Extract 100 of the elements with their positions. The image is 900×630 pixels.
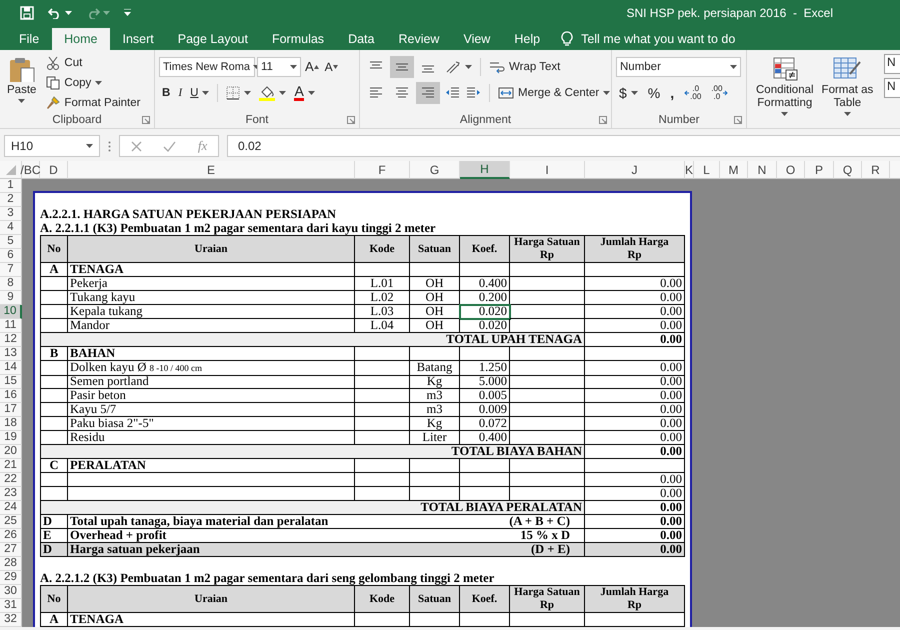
ribbon-tab[interactable]: Review bbox=[387, 28, 450, 50]
decrease-decimal-button[interactable]: .00 .0 bbox=[708, 82, 732, 104]
table-cell: L.03 bbox=[355, 305, 410, 319]
clipboard-icon bbox=[8, 56, 36, 82]
table-cell: 0.020 bbox=[460, 305, 510, 319]
table-cell bbox=[355, 263, 410, 277]
comma-button[interactable]: , bbox=[667, 82, 678, 104]
table-cell: 0.00 bbox=[585, 487, 685, 501]
table-cell bbox=[40, 375, 68, 389]
table-cell bbox=[355, 473, 410, 487]
table-header-cell: No bbox=[40, 585, 68, 613]
table-header-cell: Koef. bbox=[460, 585, 510, 613]
table-cell: 0.00 bbox=[585, 291, 685, 305]
formula-text: (A + B + C) bbox=[509, 515, 570, 528]
table-cell: Dolken kayu Ø 8 -10 / 400 cm bbox=[68, 361, 355, 376]
formula-text: (D + E) bbox=[530, 543, 570, 556]
table-cell bbox=[460, 347, 510, 361]
row-header[interactable]: 10 bbox=[0, 305, 22, 319]
dialog-launcher-icon[interactable] bbox=[734, 116, 742, 124]
ribbon-tab[interactable]: View bbox=[452, 28, 502, 50]
customize-icon[interactable] bbox=[124, 9, 131, 16]
conditional-formatting-button[interactable]: Conditional Formatting bbox=[753, 54, 817, 128]
table-cell: Kepala tukang bbox=[68, 305, 355, 319]
font-size-field[interactable]: 11 bbox=[257, 56, 301, 76]
row-label: Total upah tanaga, biaya material dan peralatan bbox=[70, 515, 328, 528]
ribbon-tab[interactable]: Data bbox=[337, 28, 386, 50]
paste-button[interactable]: Paste bbox=[4, 54, 40, 112]
caret-icon bbox=[630, 90, 638, 94]
table-cell bbox=[355, 417, 410, 431]
italic-button[interactable]: I bbox=[175, 82, 186, 104]
ribbon-tab[interactable]: Formulas bbox=[260, 28, 336, 50]
table-cell: 0.00 bbox=[585, 375, 685, 389]
number-format-field[interactable]: Number bbox=[616, 56, 741, 76]
percent-button[interactable]: % bbox=[644, 82, 664, 104]
table-cell: D bbox=[40, 543, 68, 557]
tell-me-field[interactable]: Tell me what you want to do bbox=[581, 32, 736, 46]
table-cell bbox=[355, 375, 410, 389]
ribbon-tab[interactable]: Home bbox=[52, 28, 110, 50]
dialog-launcher-icon[interactable] bbox=[599, 116, 607, 124]
table-cell: Kg bbox=[410, 375, 460, 389]
cell-style-swatch[interactable]: N bbox=[884, 78, 900, 98]
table-header-cell: Kode bbox=[355, 235, 410, 263]
table-cell bbox=[410, 347, 460, 361]
format-painter-button[interactable]: Format Painter bbox=[43, 93, 144, 112]
increase-decimal-button[interactable]: .0 .00 bbox=[681, 82, 704, 104]
font-name-field[interactable]: Times New Roma bbox=[159, 56, 255, 76]
table-header-cell: Jumlah Harga Rp bbox=[585, 235, 685, 263]
table-header-cell: Kode bbox=[355, 585, 410, 613]
column-header[interactable]: H bbox=[460, 161, 510, 179]
table-cell: Kayu 5/7 bbox=[68, 403, 355, 417]
copy-button[interactable]: Copy bbox=[43, 74, 144, 92]
shrink-font-button[interactable]: A bbox=[322, 56, 340, 78]
table-cell bbox=[40, 403, 68, 417]
formula-input-field[interactable]: 0.02 bbox=[227, 135, 900, 157]
ribbon-tab[interactable]: Page Layout bbox=[166, 28, 259, 50]
vertical-align-button[interactable] bbox=[390, 56, 414, 78]
currency-button[interactable]: $ bbox=[616, 82, 641, 104]
table-cell bbox=[410, 263, 460, 277]
wrap-text-button[interactable]: Wrap Text bbox=[486, 56, 564, 78]
save-icon[interactable] bbox=[20, 6, 34, 20]
table-cell: 0.00 bbox=[585, 417, 685, 431]
name-box[interactable]: H10 bbox=[4, 135, 100, 157]
caret-icon bbox=[103, 10, 110, 14]
table-cell: 0.00 bbox=[585, 361, 685, 376]
cell-style-swatch[interactable]: N bbox=[884, 54, 900, 74]
undo-icon[interactable] bbox=[48, 6, 62, 18]
copy-icon bbox=[46, 76, 60, 90]
cut-button[interactable]: Cut bbox=[43, 54, 144, 73]
table-cell: Batang bbox=[410, 361, 460, 376]
table-cell: m3 bbox=[410, 403, 460, 417]
bold-button[interactable]: B bbox=[159, 82, 174, 104]
row-label: Harga satuan pekerjaan bbox=[70, 543, 200, 556]
table-cell: 0.00 bbox=[585, 445, 685, 459]
table-cell: 0.072 bbox=[460, 417, 510, 431]
table-cell: 0.00 bbox=[585, 389, 685, 403]
ribbon-tab[interactable]: Help bbox=[503, 28, 552, 50]
table-cell: 0.00 bbox=[585, 305, 685, 319]
align-lines-icon bbox=[421, 86, 435, 100]
ribbon-tab[interactable]: File bbox=[8, 28, 50, 50]
table-cell: D bbox=[40, 515, 68, 529]
format-as-table-button[interactable]: Format as Table bbox=[818, 54, 876, 128]
caret-icon bbox=[465, 64, 472, 68]
up-caret-icon bbox=[314, 64, 319, 68]
lightbulb-icon bbox=[561, 31, 574, 47]
check-icon[interactable] bbox=[163, 140, 176, 152]
horizontal-align-button[interactable] bbox=[416, 82, 440, 104]
dialog-launcher-icon[interactable] bbox=[142, 116, 150, 124]
font-color-button[interactable]: A bbox=[291, 82, 318, 104]
table-cell: A bbox=[40, 613, 68, 627]
merge-center-button[interactable]: Merge & Center bbox=[495, 82, 614, 104]
group-label: Font bbox=[245, 114, 268, 126]
table-header-cell: Jumlah Harga Rp bbox=[585, 585, 685, 613]
dialog-launcher-icon[interactable] bbox=[347, 116, 355, 124]
caret-icon bbox=[308, 90, 315, 94]
grow-font-button[interactable]: A bbox=[303, 56, 321, 78]
caret-icon bbox=[95, 81, 102, 85]
underline-button[interactable]: U bbox=[187, 82, 212, 104]
table-cell bbox=[40, 417, 68, 431]
sheet-heading: A.2.2.1. HARGA SATUAN PEKERJAAN PERSIAPAN bbox=[40, 207, 336, 221]
ribbon-tab[interactable]: Insert bbox=[112, 28, 165, 50]
